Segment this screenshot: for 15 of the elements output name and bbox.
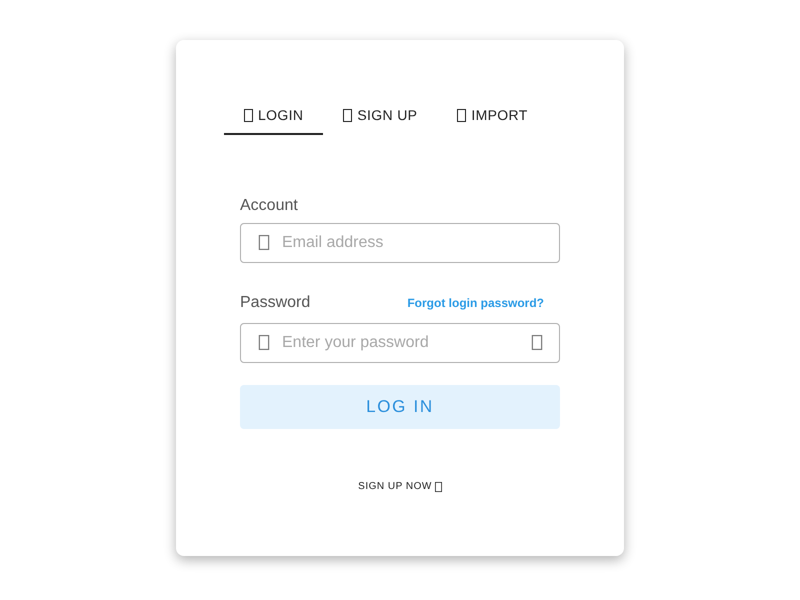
sign-up-link[interactable]: SIGN UP NOW: [358, 479, 442, 494]
glyph-box-icon: [434, 482, 442, 492]
input-field[interactable]: Email address: [240, 223, 560, 263]
glyph-box-icon: [258, 235, 270, 250]
tab[interactable]: IMPORT: [437, 97, 548, 135]
tab[interactable]: SIGN UP: [323, 97, 438, 135]
account-label: Account: [240, 196, 299, 216]
password-label: Password: [240, 293, 310, 313]
glyph-box-icon: [457, 108, 466, 122]
input-field[interactable]: Enter your password: [240, 323, 560, 363]
glyph-box-icon: [531, 335, 543, 350]
tab[interactable]: LOGIN: [224, 97, 324, 135]
glyph-box-icon: [244, 108, 253, 122]
glyph-box-icon: [343, 108, 352, 122]
glyph-box-icon: [258, 335, 270, 350]
